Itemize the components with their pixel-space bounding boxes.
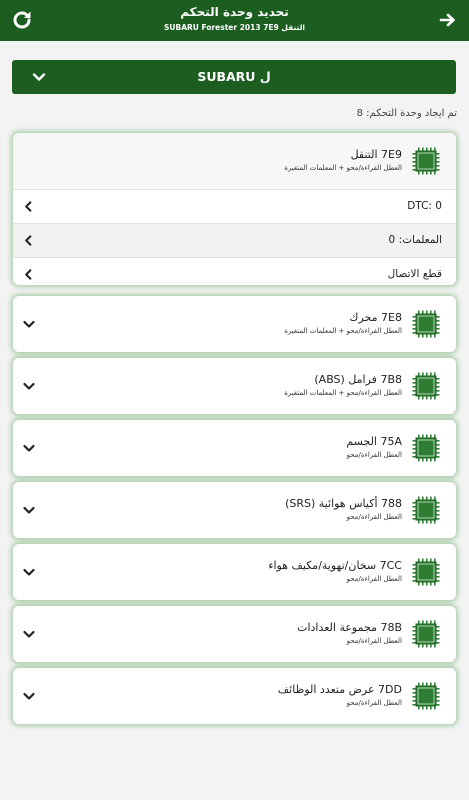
control-unit-card[interactable]: 788 أكياس هوائية (SRS) العطل القراءة/محو [13,482,456,538]
chevron-down-icon [23,444,35,452]
ecu-chip-icon [412,620,440,648]
chevron-down-icon [23,506,35,514]
ecu-chip-icon [412,682,440,710]
control-unit-card[interactable]: 7E8 محرك العطل القراءة/محو + المعلمات الم… [13,296,456,352]
control-unit-name: 75A الجسم [346,435,402,448]
control-unit-header[interactable]: 7DD عرض متعدد الوظائف العطل القراءة/محو [13,668,456,724]
control-unit-capabilities: العطل القراءة/محو [346,513,402,521]
control-unit-card[interactable]: 7E9 التنقل العطل القراءة/محو + المعلمات ا… [13,133,456,285]
control-unit-header[interactable]: 788 أكياس هوائية (SRS) العطل القراءة/محو [13,482,456,538]
chevron-down-icon [23,692,35,700]
control-unit-card[interactable]: 78B مجموعة العدادات العطل القراءة/محو [13,606,456,662]
control-unit-capabilities: العطل القراءة/محو + المعلمات المتغيرة [284,164,402,172]
arrow-right-icon[interactable] [439,11,457,29]
control-unit-header[interactable]: 78B مجموعة العدادات العطل القراءة/محو [13,606,456,662]
control-unit-header[interactable]: 75A الجسم العطل القراءة/محو [13,420,456,476]
control-unit-name: 7CC سخان/تهوية/مكيف هواء [268,559,402,572]
brand-selector[interactable]: SUBARU ل [12,60,456,94]
control-unit-name: 788 أكياس هوائية (SRS) [285,497,402,510]
ecu-chip-icon [412,434,440,462]
page-title: تحديد وحدة التحكم [180,5,289,19]
ecu-chip-icon [412,372,440,400]
control-unit-card[interactable]: 7DD عرض متعدد الوظائف العطل القراءة/محو [13,668,456,724]
control-unit-capabilities: العطل القراءة/محو [346,451,402,459]
units-found-count: تم ايجاد وحدة التحكم: 8 [356,108,457,119]
control-unit-header[interactable]: 7E8 محرك العطل القراءة/محو + المعلمات الم… [13,296,456,352]
disconnect-row[interactable]: قطع الاتصال [13,257,456,285]
ecu-chip-icon [412,558,440,586]
control-unit-name: 7B8 فرامل (ABS) [314,373,402,386]
page-subtitle: SUBARU Forester 2013 7E9 التنقل [164,23,305,32]
chevron-down-icon [23,568,35,576]
chevron-down-icon [23,382,35,390]
control-unit-card[interactable]: 7B8 فرامل (ABS) العطل القراءة/محو + المعل… [13,358,456,414]
ecu-chip-icon [412,496,440,524]
ecu-chip-icon [412,310,440,338]
control-unit-card[interactable]: 7CC سخان/تهوية/مكيف هواء العطل القراءة/مح… [13,544,456,600]
row-label: DTC: 0 [407,200,442,212]
chevron-down-icon [23,320,35,328]
control-unit-capabilities: العطل القراءة/محو [346,699,402,707]
row-label: قطع الاتصال [387,268,442,280]
refresh-icon[interactable] [10,8,34,32]
control-unit-name: 7E8 محرك [349,311,402,324]
control-unit-header[interactable]: 7B8 فرامل (ABS) العطل القراءة/محو + المعل… [13,358,456,414]
control-unit-card[interactable]: 75A الجسم العطل القراءة/محو [13,420,456,476]
brand-selector-label: SUBARU ل [197,69,271,84]
chevron-down-icon [23,630,35,638]
control-unit-capabilities: العطل القراءة/محو + المعلمات المتغيرة [284,389,402,397]
control-unit-header[interactable]: 7E9 التنقل العطل القراءة/محو + المعلمات ا… [13,133,456,189]
control-unit-name: 78B مجموعة العدادات [297,621,402,634]
app-bar: تحديد وحدة التحكم SUBARU Forester 2013 7… [0,0,469,41]
ecu-chip-icon [412,147,440,175]
control-unit-capabilities: العطل القراءة/محو [346,575,402,583]
control-unit-header[interactable]: 7CC سخان/تهوية/مكيف هواء العطل القراءة/مح… [13,544,456,600]
control-unit-capabilities: العطل القراءة/محو + المعلمات المتغيرة [284,327,402,335]
chevron-left-icon [25,269,32,280]
control-unit-name: 7E9 التنقل [350,148,402,161]
chevron-left-icon [25,201,32,212]
control-unit-capabilities: العطل القراءة/محو [346,637,402,645]
dtc-row[interactable]: DTC: 0 [13,189,456,223]
parameters-row[interactable]: المعلمات: 0 [13,223,456,257]
control-unit-name: 7DD عرض متعدد الوظائف [277,683,402,696]
chevron-left-icon [25,235,32,246]
row-label: المعلمات: 0 [388,234,442,246]
chevron-down-icon [32,73,46,81]
